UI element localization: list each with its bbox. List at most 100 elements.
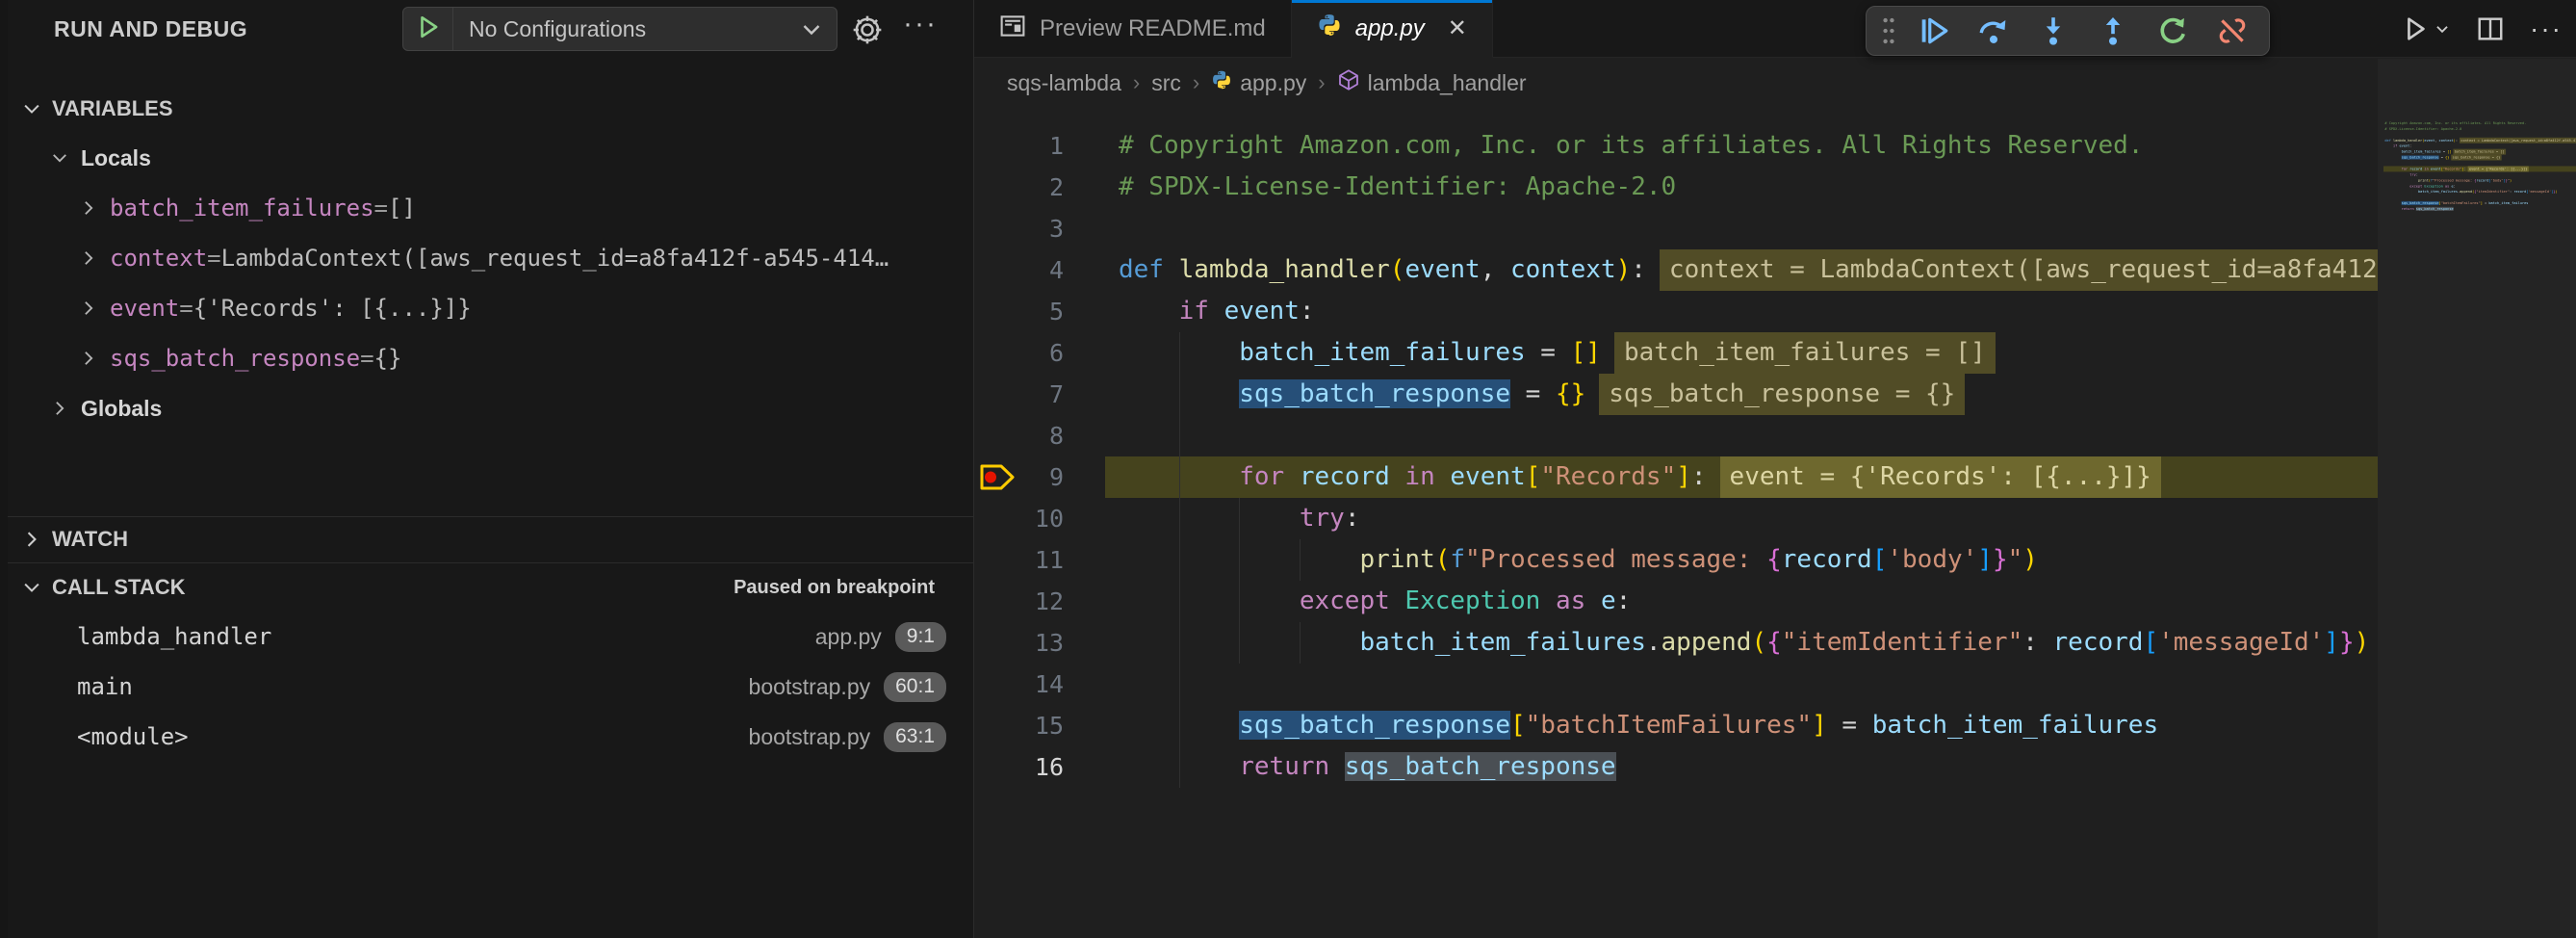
frame-name: main (77, 673, 133, 700)
minimap[interactable]: 1# Copyright Amazon.com, Inc. or its aff… (2378, 59, 2576, 938)
frame-location: app.py9:1 (815, 622, 946, 652)
sidebar-title: RUN AND DEBUG (54, 16, 247, 42)
code-line-15: 15 sqs_batch_response["batchItemFailures… (974, 705, 2378, 746)
frame-name: lambda_handler (77, 623, 271, 650)
line-number[interactable]: 14 (974, 664, 1064, 705)
more-actions-button[interactable]: ··· (2530, 13, 2563, 44)
variable-row[interactable]: batch_item_failures = [] (8, 185, 973, 231)
code-line-12: 12 except Exception as e: (974, 581, 2378, 622)
code-text: batch_item_failures.append({"itemIdentif… (1119, 622, 2369, 664)
code-text: sqs_batch_response = {}sqs_batch_respons… (1119, 374, 1965, 415)
variable-name: event (110, 295, 179, 322)
section-divider (8, 516, 973, 517)
chevron-expanded-icon (50, 148, 69, 168)
stack-frame-row[interactable]: <module>bootstrap.py63:1 (8, 713, 973, 761)
chevron-down-icon (786, 17, 837, 40)
call-stack-section-header[interactable]: CALL STACK Paused on breakpoint (8, 564, 973, 611)
scope-row-locals[interactable]: Locals (8, 135, 973, 181)
variable-value: {} (374, 345, 402, 372)
step-over-button[interactable] (1967, 10, 2021, 52)
chevron-expanded-icon (21, 98, 42, 119)
variable-row[interactable]: context = LambdaContext([aws_request_id=… (8, 235, 973, 281)
play-icon (416, 13, 441, 45)
scope-row-globals[interactable]: Globals (8, 385, 973, 431)
chevron-collapsed-icon (79, 198, 98, 218)
debug-configuration-dropdown[interactable]: No Configurations (402, 7, 837, 51)
line-number[interactable]: 4 (974, 249, 1064, 291)
breadcrumb-separator-icon: › (1133, 70, 1140, 95)
restart-button[interactable] (2146, 10, 2200, 52)
code-line-13: 13 batch_item_failures.append({"itemIden… (974, 622, 2378, 664)
line-number[interactable]: 7 (974, 374, 1064, 415)
sidebar-more-actions-icon[interactable]: ··· (903, 8, 938, 40)
line-number[interactable]: 5 (974, 291, 1064, 332)
code-text: sqs_batch_response["batchItemFailures"] … (1119, 705, 2158, 746)
code-text: try: (1119, 498, 1359, 539)
line-number[interactable]: 6 (974, 332, 1064, 374)
code-text: batch_item_failures = []batch_item_failu… (1119, 332, 1996, 374)
continue-button[interactable] (1907, 10, 1961, 52)
preview-icon (999, 13, 1026, 39)
inline-debug-value: batch_item_failures = [] (1614, 332, 1996, 374)
line-number[interactable]: 1 (974, 125, 1064, 167)
chevron-collapsed-icon (79, 299, 98, 318)
variable-row[interactable]: event = {'Records': [{...}]} (8, 285, 973, 331)
scope-label: Globals (81, 396, 162, 422)
line-number[interactable]: 11 (974, 539, 1064, 581)
line-number[interactable]: 13 (974, 622, 1064, 664)
variable-value: LambdaContext([aws_request_id=a8fa412f-a… (221, 245, 889, 272)
python-icon (1317, 13, 1342, 44)
code-text: # Copyright Amazon.com, Inc. or its affi… (1119, 125, 2143, 167)
line-number[interactable]: 10 (974, 498, 1064, 539)
equals-sign: = (360, 345, 374, 372)
chevron-collapsed-icon (79, 248, 98, 268)
run-button[interactable] (2401, 14, 2451, 43)
debug-config-label[interactable]: No Configurations (453, 16, 786, 42)
breadcrumb-label: sqs-lambda (1007, 70, 1121, 96)
stack-frame-row[interactable]: lambda_handler app.py9:1 (8, 612, 973, 661)
code-line-5: 5 if event: (974, 291, 2378, 332)
frame-line-badge: 63:1 (884, 722, 946, 752)
call-stack-section-label: CALL STACK (52, 575, 186, 600)
variable-value: {'Records': [{...}]} (193, 295, 472, 322)
gear-icon[interactable] (851, 13, 884, 51)
symbol-method-icon (1337, 68, 1360, 91)
chevron-collapsed-icon (79, 349, 98, 368)
frame-location: bootstrap.py63:1 (749, 722, 946, 752)
step-out-button[interactable] (2086, 10, 2140, 52)
code-line-14: 14 (974, 664, 2378, 705)
step-into-button[interactable] (2026, 10, 2080, 52)
frame-location: bootstrap.py60:1 (749, 672, 946, 702)
breadcrumb-item-lambda-handler[interactable]: lambda_handler (1337, 68, 1527, 97)
variable-row[interactable]: sqs_batch_response = {} (8, 335, 973, 381)
breadcrumb-item-sqs-lambda[interactable]: sqs-lambda (1007, 70, 1121, 96)
start-debug-button[interactable] (403, 8, 453, 50)
code-text: return sqs_batch_response (2384, 206, 2453, 212)
variables-section-header[interactable]: VARIABLES (8, 91, 973, 127)
variable-name: batch_item_failures (110, 195, 374, 221)
stack-frame-row[interactable]: main bootstrap.py60:1 (8, 663, 973, 711)
tab-app-py[interactable]: app.py✕ (1292, 0, 1493, 58)
variable-value: [] (388, 195, 416, 221)
tab-preview-readme-md[interactable]: Preview README.md (974, 0, 1292, 58)
editor-tab-bar: Preview README.md app.py✕ (974, 0, 2576, 58)
line-number[interactable]: 3 (974, 208, 1064, 249)
line-number[interactable]: 12 (974, 581, 1064, 622)
breadcrumb-item-src[interactable]: src (1151, 70, 1181, 96)
line-number[interactable]: 16 (974, 746, 1064, 788)
breadcrumb-item-app-py[interactable]: app.py (1211, 69, 1306, 96)
close-icon[interactable]: ✕ (1448, 14, 1467, 42)
split-editor-button[interactable] (2476, 14, 2505, 43)
drag-handle-icon[interactable] (1876, 10, 1901, 52)
watch-section-label: WATCH (52, 527, 128, 552)
code-editor[interactable]: 1 # Copyright Amazon.com, Inc. or its aff… (974, 108, 2378, 938)
line-number[interactable]: 15 (974, 705, 1064, 746)
code-line-2: 2# SPDX-License-Identifier: Apache-2.0 (974, 167, 2378, 208)
variable-name: sqs_batch_response (110, 345, 360, 372)
line-number[interactable]: 2 (974, 167, 1064, 208)
code-line-11: 11 print(f"Processed message: {record['b… (974, 539, 2378, 581)
disconnect-button[interactable] (2205, 10, 2259, 52)
chevron-collapsed-icon (50, 399, 69, 418)
line-number[interactable]: 8 (974, 415, 1064, 456)
watch-section-header[interactable]: WATCH (8, 518, 973, 560)
